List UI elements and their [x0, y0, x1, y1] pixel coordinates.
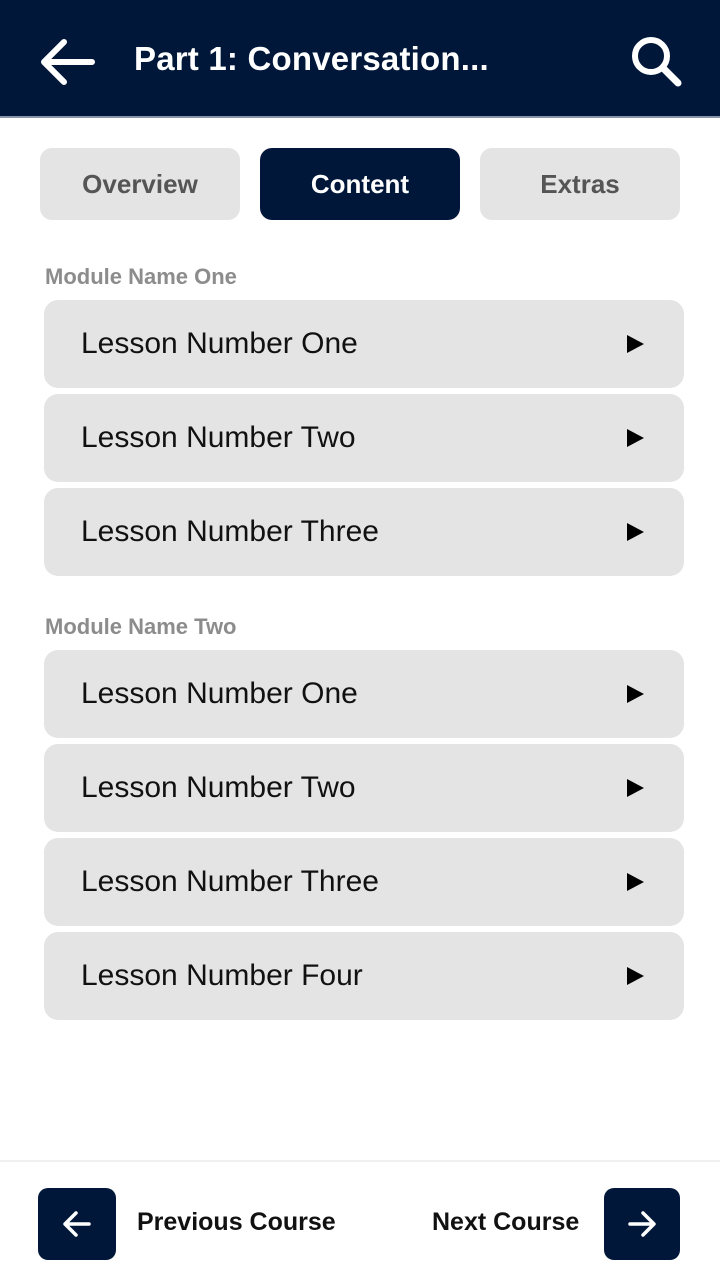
course-navigation-footer: Previous Course Next Course: [0, 1160, 720, 1280]
arrow-left-icon: [63, 1211, 91, 1237]
lesson-label: Lesson Number Three: [81, 515, 379, 548]
arrow-left-icon: [41, 39, 95, 85]
module-title: Module Name One: [45, 264, 237, 289]
module-title: Module Name Two: [45, 614, 237, 639]
play-icon: [627, 335, 644, 353]
page-title: Part 1: Conversation...: [134, 40, 489, 77]
tab-extras[interactable]: Extras: [480, 148, 680, 220]
lesson-label: Lesson Number Four: [81, 959, 363, 992]
tab-label: Extras: [540, 168, 620, 199]
lesson-item[interactable]: Lesson Number One: [44, 650, 684, 738]
tab-bar: Overview Content Extras: [40, 148, 680, 220]
lesson-item[interactable]: Lesson Number One: [44, 300, 684, 388]
lesson-item[interactable]: Lesson Number Four: [44, 932, 684, 1020]
lesson-label: Lesson Number One: [81, 327, 358, 360]
tab-label: Overview: [82, 168, 198, 199]
play-icon: [627, 685, 644, 703]
search-icon: [632, 37, 682, 87]
app-header: Part 1: Conversation...: [0, 0, 720, 118]
arrow-right-icon: [628, 1211, 656, 1237]
play-icon: [627, 523, 644, 541]
lesson-label: Lesson Number One: [81, 677, 358, 710]
lesson-label: Lesson Number Two: [81, 421, 356, 454]
play-icon: [627, 429, 644, 447]
tab-label: Content: [310, 168, 410, 199]
previous-course-button[interactable]: [38, 1188, 116, 1260]
play-icon: [627, 967, 644, 985]
play-icon: [627, 873, 644, 891]
lesson-item[interactable]: Lesson Number Three: [44, 488, 684, 576]
play-icon: [627, 779, 644, 797]
lesson-label: Lesson Number Three: [81, 865, 379, 898]
search-button[interactable]: [628, 34, 684, 90]
tab-content[interactable]: Content: [260, 148, 460, 220]
lesson-item[interactable]: Lesson Number Two: [44, 394, 684, 482]
next-course-label[interactable]: Next Course: [432, 1208, 579, 1237]
back-button[interactable]: [36, 36, 98, 88]
previous-course-label[interactable]: Previous Course: [137, 1208, 336, 1237]
next-course-button[interactable]: [604, 1188, 680, 1260]
lesson-label: Lesson Number Two: [81, 771, 356, 804]
tab-overview[interactable]: Overview: [40, 148, 240, 220]
lesson-item[interactable]: Lesson Number Three: [44, 838, 684, 926]
lesson-item[interactable]: Lesson Number Two: [44, 744, 684, 832]
